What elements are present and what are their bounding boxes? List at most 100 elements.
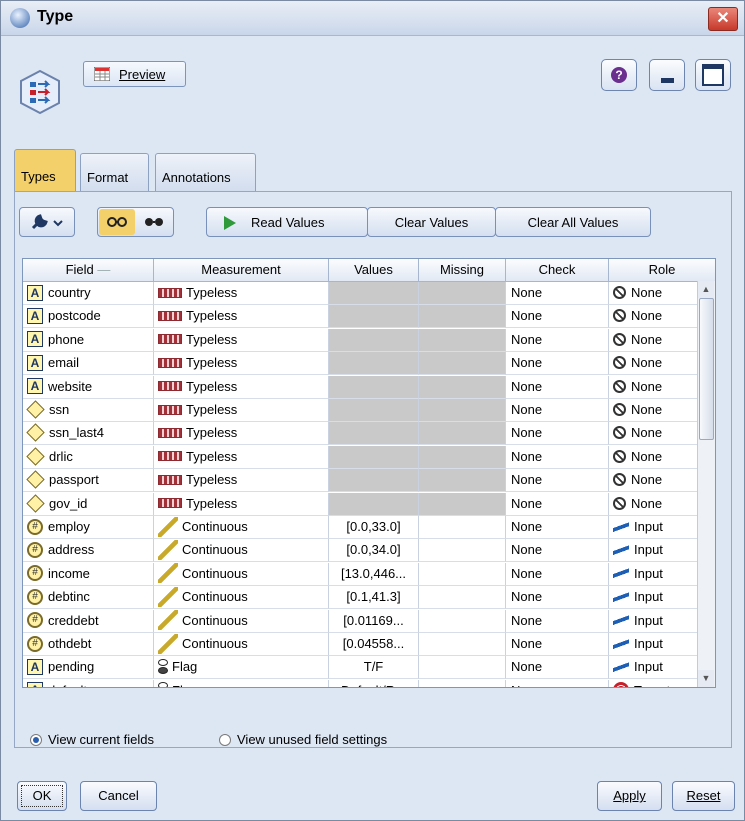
check-cell[interactable]: None [506,375,609,399]
missing-cell[interactable] [419,656,506,680]
table-row[interactable]: ssn Typeless None None [23,399,715,422]
check-cell[interactable]: None [506,445,609,469]
missing-cell[interactable] [419,469,506,493]
column-header-role[interactable]: Role [609,259,715,281]
ok-button[interactable]: OK [17,781,67,811]
check-cell[interactable]: None [506,633,609,656]
values-cell[interactable]: [13.0,446... [329,562,419,586]
values-cell[interactable]: Default/R... [329,679,419,687]
measurement-cell[interactable]: Typeless [154,305,329,329]
missing-cell[interactable] [419,679,506,687]
column-header-missing[interactable]: Missing [419,259,506,281]
measurement-cell[interactable]: Typeless [154,352,329,376]
check-cell[interactable]: None [506,586,609,610]
tab-types[interactable]: Types [14,149,76,191]
measurement-cell[interactable]: Continuous [154,539,329,563]
values-cell[interactable] [329,445,419,469]
table-row[interactable]: Aphone Typeless None None [23,328,715,352]
check-cell[interactable]: None [506,609,609,633]
values-cell[interactable] [329,282,419,305]
table-row[interactable]: # employ Continuous [0.0,33.0] None Input [23,516,715,539]
view-current-fields-radio[interactable]: View current fields [30,732,154,747]
reset-button[interactable]: Reset [672,781,735,811]
check-cell[interactable]: None [506,469,609,493]
values-cell[interactable] [329,375,419,399]
check-cell[interactable]: None [506,422,609,446]
missing-cell[interactable] [419,399,506,422]
table-row[interactable]: # debtinc Continuous [0.1,41.3] None Input [23,586,715,610]
measurement-cell[interactable]: Typeless [154,422,329,446]
values-cell[interactable]: [0.1,41.3] [329,586,419,610]
values-cell[interactable] [329,328,419,352]
values-cell[interactable]: T/F [329,656,419,680]
column-header-field[interactable]: Field — [23,259,154,281]
scroll-thumb[interactable] [699,298,714,440]
measurement-cell[interactable]: Typeless [154,399,329,422]
show-values-toggle[interactable] [99,209,135,235]
check-cell[interactable]: None [506,492,609,516]
values-cell[interactable] [329,492,419,516]
check-cell[interactable]: None [506,679,609,687]
column-header-check[interactable]: Check [506,259,609,281]
values-cell[interactable] [329,305,419,329]
missing-cell[interactable] [419,609,506,633]
missing-cell[interactable] [419,352,506,376]
scroll-down-arrow-icon[interactable]: ▼ [698,670,714,687]
table-row[interactable]: passport Typeless None None [23,469,715,493]
missing-cell[interactable] [419,375,506,399]
missing-cell[interactable] [419,445,506,469]
table-row[interactable]: AdefaultFlagDefault/R...NoneTarget [23,679,715,687]
values-cell[interactable] [329,469,419,493]
table-row[interactable]: # othdebt Continuous [0.04558... None Input [23,633,715,656]
measurement-cell[interactable]: Continuous [154,562,329,586]
table-row[interactable]: Apostcode Typeless None None [23,305,715,329]
measurement-cell[interactable]: Flag [154,679,329,687]
tools-menu-button[interactable] [19,207,75,237]
missing-cell[interactable] [419,492,506,516]
tab-annotations[interactable]: Annotations [155,153,256,191]
missing-cell[interactable] [419,562,506,586]
missing-cell[interactable] [419,328,506,352]
check-cell[interactable]: None [506,328,609,352]
check-cell[interactable]: None [506,516,609,539]
table-row[interactable]: Apending Flag T/F None Input [23,656,715,680]
table-row[interactable]: Acountry Typeless None None [23,282,715,305]
maximize-button[interactable] [695,59,731,91]
preview-button[interactable]: Preview [83,61,186,87]
cancel-button[interactable]: Cancel [80,781,157,811]
table-row[interactable]: # creddebt Continuous [0.01169... None Input [23,609,715,633]
scroll-up-arrow-icon[interactable]: ▲ [698,281,714,298]
values-cell[interactable]: [0.0,33.0] [329,516,419,539]
values-cell[interactable]: [0.0,34.0] [329,539,419,563]
missing-cell[interactable] [419,633,506,656]
column-header-values[interactable]: Values [329,259,419,281]
check-cell[interactable]: None [506,399,609,422]
measurement-cell[interactable]: Continuous [154,633,329,656]
vertical-scrollbar[interactable]: ▲ ▼ [697,281,715,687]
measurement-cell[interactable]: Continuous [154,586,329,610]
values-cell[interactable] [329,422,419,446]
measurement-cell[interactable]: Typeless [154,492,329,516]
view-unused-field-settings-radio[interactable]: View unused field settings [219,732,387,747]
hide-values-toggle[interactable] [136,209,172,235]
measurement-cell[interactable]: Typeless [154,375,329,399]
table-row[interactable]: # address Continuous [0.0,34.0] None Input [23,539,715,563]
table-row[interactable]: gov_id Typeless None None [23,492,715,516]
clear-values-button[interactable]: Clear Values [367,207,496,237]
check-cell[interactable]: None [506,539,609,563]
measurement-cell[interactable]: Continuous [154,609,329,633]
help-button[interactable]: ? [601,59,637,91]
values-cell[interactable]: [0.01169... [329,609,419,633]
check-cell[interactable]: None [506,562,609,586]
measurement-cell[interactable]: Typeless [154,282,329,305]
values-cell[interactable]: [0.04558... [329,633,419,656]
read-values-button[interactable]: Read Values [206,207,368,237]
table-row[interactable]: Aemail Typeless None None [23,352,715,376]
check-cell[interactable]: None [506,352,609,376]
missing-cell[interactable] [419,305,506,329]
clear-all-values-button[interactable]: Clear All Values [495,207,651,237]
table-row[interactable]: # income Continuous [13.0,446... None Input [23,562,715,586]
measurement-cell[interactable]: Continuous [154,516,329,539]
column-header-measurement[interactable]: Measurement [154,259,329,281]
missing-cell[interactable] [419,282,506,305]
